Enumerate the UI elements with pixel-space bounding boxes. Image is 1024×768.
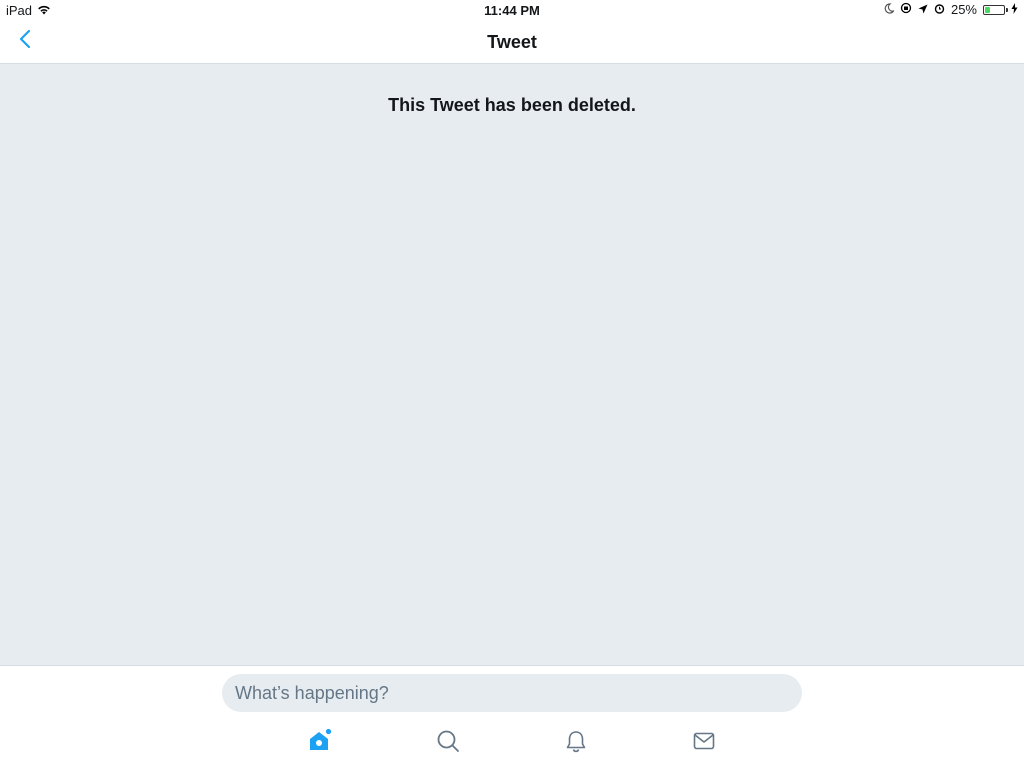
battery-percent: 25% — [950, 2, 977, 17]
rotation-lock-icon — [900, 2, 912, 17]
search-icon — [436, 729, 460, 758]
compose-input[interactable] — [222, 674, 802, 712]
bell-icon — [564, 729, 588, 758]
tab-home[interactable] — [304, 727, 336, 759]
home-icon — [307, 728, 333, 759]
tab-messages[interactable] — [688, 727, 720, 759]
tab-notifications[interactable] — [560, 727, 592, 759]
status-time: 11:44 PM — [484, 3, 540, 18]
battery-fill — [985, 6, 990, 13]
envelope-icon — [692, 729, 716, 758]
page-title: Tweet — [487, 32, 537, 52]
bottom-bar — [0, 665, 1024, 768]
battery-icon — [983, 4, 1008, 15]
nav-bar: Tweet — [0, 20, 1024, 64]
tab-search[interactable] — [432, 727, 464, 759]
battery-tip — [1006, 7, 1008, 12]
charging-bolt-icon — [1011, 2, 1018, 17]
deleted-tweet-message: This Tweet has been deleted. — [388, 95, 636, 115]
alarm-icon — [934, 2, 945, 17]
status-bar: iPad 11:44 PM 25% — [0, 0, 1024, 20]
status-right: 25% — [884, 2, 1018, 17]
tweet-detail-area: This Tweet has been deleted. — [0, 64, 1024, 665]
location-arrow-icon — [918, 2, 928, 17]
moon-icon — [884, 2, 895, 17]
